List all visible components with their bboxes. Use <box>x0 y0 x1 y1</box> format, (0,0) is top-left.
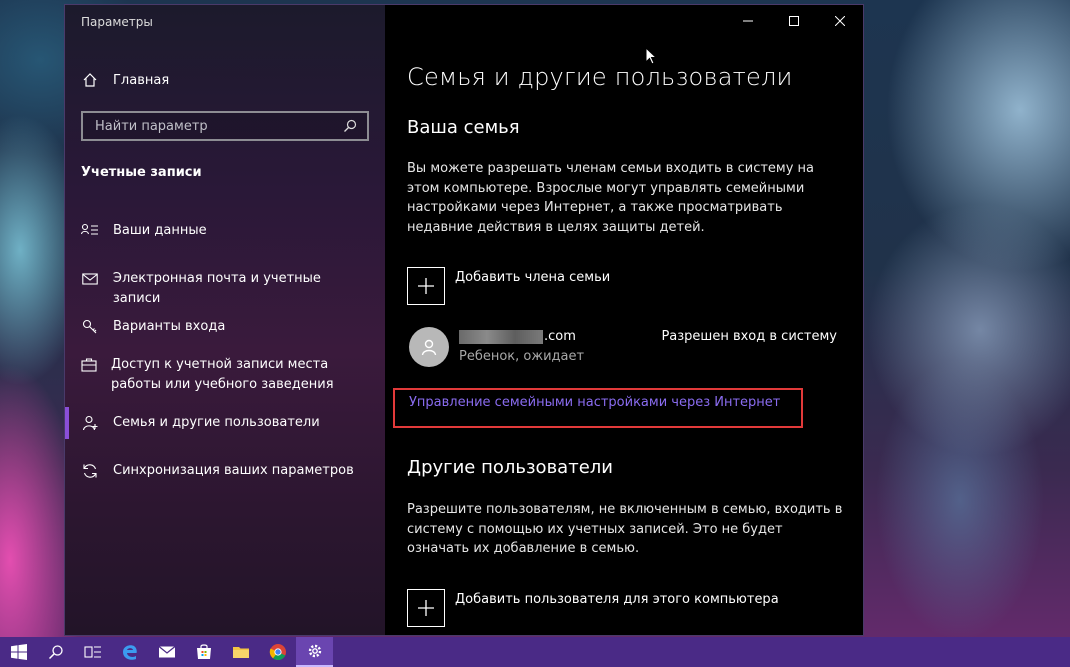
family-heading: Ваша семья <box>407 117 520 138</box>
home-icon <box>81 71 99 89</box>
window-title: Параметры <box>81 15 153 29</box>
avatar <box>409 327 449 367</box>
taskbar <box>0 637 1070 667</box>
sidebar-item-sync[interactable]: Синхронизация ваших параметров <box>81 461 371 481</box>
task-view-icon <box>83 646 101 658</box>
mail-app-button[interactable] <box>148 637 185 667</box>
mail-icon <box>81 270 99 288</box>
sidebar-item-label: Электронная почта и учетные записи <box>112 271 321 306</box>
plus-icon <box>407 267 445 305</box>
sidebar-item-label: Ваши данные <box>113 223 207 238</box>
sidebar-item-label: Семья и другие пользователи <box>113 415 320 430</box>
search-icon <box>48 645 63 660</box>
sidebar: Параметры Главная Учетные записи Ваши да… <box>65 5 385 635</box>
store-icon <box>196 644 211 659</box>
briefcase-icon <box>81 356 97 374</box>
close-icon <box>835 16 845 26</box>
minimize-button[interactable] <box>725 5 771 37</box>
plus-icon <box>407 589 445 627</box>
mail-icon <box>158 646 175 658</box>
settings-window: Параметры Главная Учетные записи Ваши да… <box>64 4 864 636</box>
member-email-suffix: .com <box>544 329 576 344</box>
sync-icon <box>81 462 99 480</box>
sidebar-item-email[interactable]: Электронная почта и учетные записи <box>81 269 371 309</box>
taskbar-search-button[interactable] <box>37 637 74 667</box>
sidebar-item-family[interactable]: Семья и другие пользователи <box>65 407 371 439</box>
family-member-row[interactable]: .com Ребенок, ожидает Разрешен вход в си… <box>407 327 837 367</box>
user-card-icon <box>81 222 99 240</box>
home-nav-item[interactable]: Главная <box>81 69 169 91</box>
search-input[interactable] <box>93 117 341 135</box>
home-label: Главная <box>113 72 170 88</box>
other-users-description: Разрешите пользователям, не включенным в… <box>407 502 843 556</box>
settings-taskbar-button[interactable] <box>296 637 333 667</box>
person-icon <box>421 339 437 356</box>
edge-icon <box>122 645 137 660</box>
start-button[interactable] <box>0 637 37 667</box>
task-view-button[interactable] <box>74 637 111 667</box>
minimize-icon <box>743 20 753 22</box>
window-controls <box>725 5 863 37</box>
maximize-button[interactable] <box>771 5 817 37</box>
windows-start-icon <box>10 644 27 660</box>
chrome-icon <box>269 644 286 661</box>
add-other-user-button[interactable]: Добавить пользователя для этого компьюте… <box>407 589 779 627</box>
family-description: Вы можете разрешать членам семьи входить… <box>407 161 815 235</box>
member-status-subtitle: Ребенок, ожидает <box>459 349 585 364</box>
edge-button[interactable] <box>111 637 148 667</box>
maximize-icon <box>789 16 799 26</box>
other-users-heading: Другие пользователи <box>407 457 613 478</box>
search-box[interactable] <box>81 111 369 141</box>
sidebar-item-work-access[interactable]: Доступ к учетной записи места работы или… <box>81 355 371 395</box>
section-title: Учетные записи <box>81 165 202 180</box>
sidebar-item-label: Варианты входа <box>113 319 226 334</box>
sidebar-item-sign-in-options[interactable]: Варианты входа <box>81 317 371 337</box>
key-icon <box>81 318 99 336</box>
member-sign-in-status: Разрешен вход в систему <box>661 329 837 344</box>
settings-gear-icon <box>308 644 321 658</box>
search-icon[interactable] <box>341 117 359 135</box>
member-email: .com <box>459 329 576 344</box>
redacted-email-block <box>459 329 543 344</box>
add-family-member-button[interactable]: Добавить члена семьи <box>407 267 610 305</box>
person-add-icon <box>81 414 99 432</box>
main-content: Семья и другие пользователи Ваша семья В… <box>385 5 863 635</box>
page-title: Семья и другие пользователи <box>407 63 793 91</box>
file-explorer-icon <box>232 647 249 658</box>
chrome-button[interactable] <box>259 637 296 667</box>
file-explorer-button[interactable] <box>222 637 259 667</box>
add-other-user-label: Добавить пользователя для этого компьюте… <box>455 592 779 607</box>
add-family-member-label: Добавить члена семьи <box>455 270 611 285</box>
close-button[interactable] <box>817 5 863 37</box>
mouse-cursor-icon <box>645 46 658 69</box>
sidebar-item-your-info[interactable]: Ваши данные <box>81 221 371 241</box>
manage-family-settings-link[interactable]: Управление семейными настройками через И… <box>409 395 780 410</box>
sidebar-item-label: Синхронизация ваших параметров <box>113 463 354 478</box>
sidebar-item-label: Доступ к учетной записи места работы или… <box>111 357 334 392</box>
store-button[interactable] <box>185 637 222 667</box>
